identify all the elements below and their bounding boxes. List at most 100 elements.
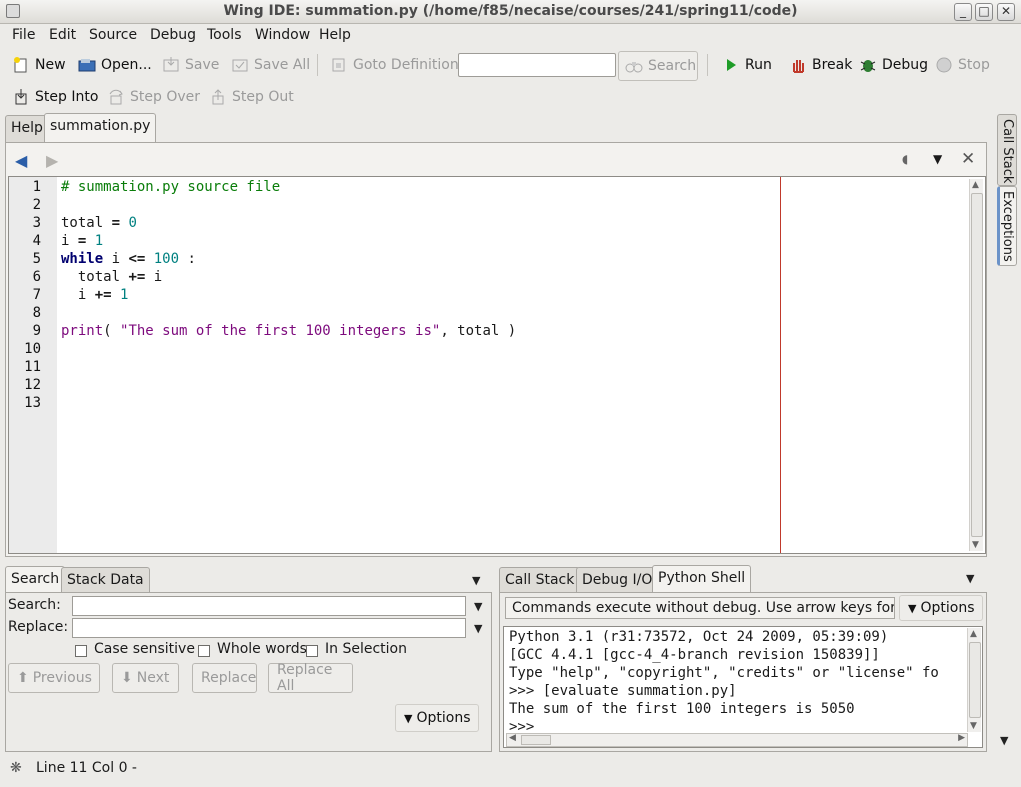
step-over-button[interactable]: Step Over xyxy=(103,84,204,110)
search-options-button[interactable]: ▼ Options xyxy=(395,704,479,732)
shell-horizontal-scrollbar[interactable]: ◀ ▶ xyxy=(506,733,968,747)
chevron-down-icon: ▼ xyxy=(404,711,413,725)
whole-words-checkbox[interactable] xyxy=(198,645,210,657)
menu-help[interactable]: Help xyxy=(319,27,351,43)
stop-button[interactable]: Stop xyxy=(931,52,994,78)
shell-output-line: The sum of the first 100 integers is 505… xyxy=(509,701,855,717)
tab-stack-data[interactable]: Stack Data xyxy=(61,567,150,593)
menu-tools[interactable]: Tools xyxy=(207,27,242,43)
number-token: 1 xyxy=(94,233,104,249)
tab-python-shell[interactable]: Python Shell xyxy=(652,565,752,593)
code-editor[interactable]: 1 2 3 4 5 6 7 8 9 10 11 12 13 # summatio… xyxy=(8,176,986,554)
chevron-down-icon[interactable]: ▼ xyxy=(933,152,942,166)
shell-output-line: Python 3.1 (r31:73572, Oct 24 2009, 05:3… xyxy=(509,629,889,645)
tab-debug-io[interactable]: Debug I/O xyxy=(576,567,659,593)
replace-all-button[interactable]: Replace All xyxy=(268,662,353,694)
next-button[interactable]: ⬇ Next xyxy=(112,663,179,693)
replace-button[interactable]: Replace xyxy=(192,663,257,693)
comment-token: # summation.py source file xyxy=(61,179,281,195)
title-bar: Wing IDE: summation.py (/home/f85/necais… xyxy=(0,0,1021,24)
code-line-6: total += i xyxy=(61,268,162,286)
shell-output-line: Type "help", "copyright", "credits" or "… xyxy=(509,665,939,681)
shell-output[interactable]: Python 3.1 (r31:73572, Oct 24 2009, 05:3… xyxy=(503,626,983,748)
search-history-chevron-icon[interactable]: ▼ xyxy=(474,600,482,613)
scroll-up-icon[interactable]: ▲ xyxy=(970,629,977,639)
open-folder-icon xyxy=(78,59,96,72)
menu-window[interactable]: Window xyxy=(255,27,310,43)
step-into-button[interactable]: Step Into xyxy=(8,84,102,110)
chevron-down-icon[interactable]: ▼ xyxy=(1000,734,1008,747)
shell-vertical-scrollbar[interactable]: ▲ ▼ xyxy=(967,628,981,732)
debug-button[interactable]: Debug xyxy=(855,52,932,78)
editor-vertical-scrollbar[interactable]: ▲ ▼ xyxy=(969,179,983,551)
tab-help[interactable]: Help xyxy=(5,115,49,142)
number-token: 0 xyxy=(128,215,137,231)
minimize-button[interactable]: _ xyxy=(954,3,972,21)
toolbar-search-label: Search xyxy=(648,58,697,74)
operator-token: = xyxy=(111,215,121,231)
window-title: Wing IDE: summation.py (/home/f85/necais… xyxy=(223,3,798,19)
open-button[interactable]: Open... xyxy=(74,52,156,78)
replace-input[interactable] xyxy=(72,618,466,638)
break-button[interactable]: Break xyxy=(785,52,856,78)
step-into-icon xyxy=(15,89,27,105)
tab-call-stack[interactable]: Call Stack xyxy=(499,567,581,593)
new-button[interactable]: New xyxy=(8,52,70,78)
run-button[interactable]: Run xyxy=(718,52,776,78)
toolbar-search-button[interactable]: Search xyxy=(618,51,698,81)
forward-arrow-icon[interactable]: ▶ xyxy=(46,151,58,170)
back-arrow-icon[interactable]: ◀ xyxy=(15,151,27,170)
code-token: i xyxy=(61,287,95,303)
search-input[interactable] xyxy=(72,596,466,616)
run-label: Run xyxy=(745,57,772,73)
line-number: 13 xyxy=(24,395,41,411)
previous-button[interactable]: ⬆ Previous xyxy=(8,663,100,693)
side-tab-exceptions[interactable]: Exceptions xyxy=(997,186,1017,266)
maximize-button[interactable]: □ xyxy=(975,3,993,21)
scroll-right-icon[interactable]: ▶ xyxy=(958,733,965,743)
chevron-down-icon[interactable]: ▼ xyxy=(966,572,974,585)
scroll-up-icon[interactable]: ▲ xyxy=(972,180,979,190)
line-number: 2 xyxy=(32,197,41,213)
scrollbar-thumb[interactable] xyxy=(521,735,551,745)
close-editor-icon[interactable]: ✕ xyxy=(961,149,975,169)
scrollbar-thumb[interactable] xyxy=(969,642,981,718)
side-tab-call-stack[interactable]: Call Stack xyxy=(997,114,1017,186)
scrollbar-thumb[interactable] xyxy=(971,193,983,537)
scroll-down-icon[interactable]: ▼ xyxy=(970,721,977,731)
replace-history-chevron-icon[interactable]: ▼ xyxy=(474,622,482,635)
line-number: 5 xyxy=(32,251,41,267)
goto-definition-input[interactable] xyxy=(458,53,616,77)
string-token: "The sum of the first 100 integers is" xyxy=(120,323,441,339)
step-over-label: Step Over xyxy=(130,89,200,105)
goto-definition-label: Goto Definition xyxy=(353,57,459,73)
case-sensitive-checkbox[interactable] xyxy=(75,645,87,657)
editor-options-icon[interactable]: ◖ xyxy=(902,152,908,166)
shell-options-button[interactable]: ▼ Options xyxy=(899,595,983,621)
menu-source[interactable]: Source xyxy=(89,27,137,43)
code-line-5: while i <= 100 : xyxy=(61,250,196,268)
chevron-down-icon[interactable]: ▼ xyxy=(472,574,480,587)
in-selection-checkbox[interactable] xyxy=(306,645,318,657)
save-all-button[interactable]: Save All xyxy=(227,52,314,78)
line-number: 4 xyxy=(32,233,41,249)
menu-edit[interactable]: Edit xyxy=(49,27,76,43)
chevron-down-icon: ▼ xyxy=(908,601,917,615)
tab-summation-py[interactable]: summation.py xyxy=(44,113,157,143)
binoculars-icon xyxy=(625,62,643,73)
save-button[interactable]: Save xyxy=(158,52,223,78)
code-token: i xyxy=(61,233,78,249)
menu-file[interactable]: File xyxy=(12,27,35,43)
close-window-button[interactable]: ✕ xyxy=(997,3,1015,21)
operator-token: += xyxy=(94,287,112,303)
menu-bar: File Edit Source Debug Tools Window Help xyxy=(0,25,1021,47)
scroll-down-icon[interactable]: ▼ xyxy=(972,540,979,550)
line-number: 11 xyxy=(24,359,41,375)
goto-definition-button[interactable]: Goto Definition xyxy=(326,52,463,78)
step-over-icon xyxy=(109,89,123,105)
step-out-button[interactable]: Step Out xyxy=(205,84,298,110)
tab-search[interactable]: Search xyxy=(5,566,66,593)
menu-debug[interactable]: Debug xyxy=(150,27,196,43)
scroll-left-icon[interactable]: ◀ xyxy=(509,733,516,743)
side-tab-call-stack-label: Call Stack xyxy=(1000,119,1015,184)
